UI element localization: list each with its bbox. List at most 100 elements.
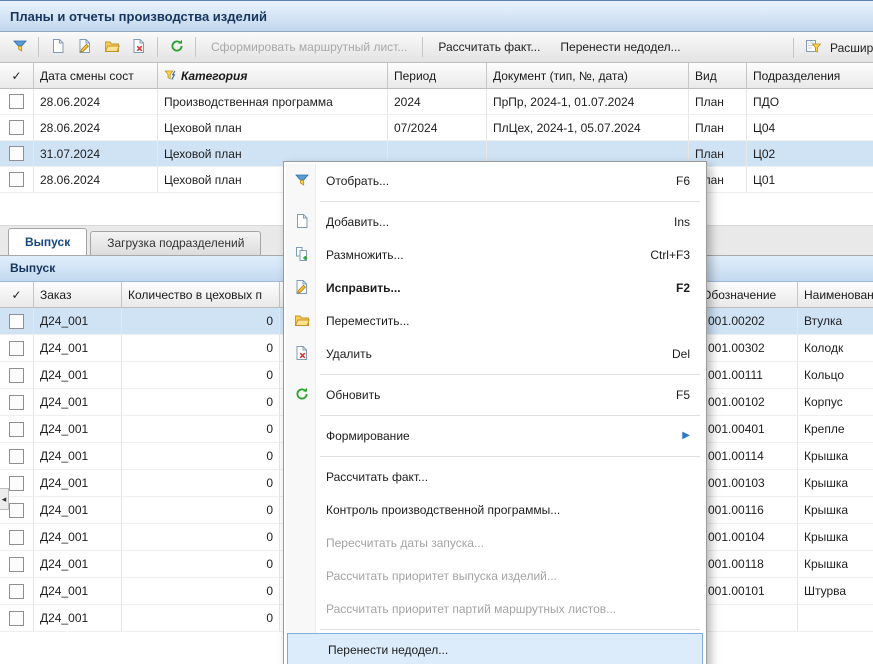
row-checkbox[interactable] (9, 449, 24, 464)
row-checkbox[interactable] (9, 611, 24, 626)
table-row[interactable]: 28.06.2024 Производственная программа 20… (0, 89, 873, 115)
plans-table-header: ✓ Дата смены сост Категория Период Докум… (0, 63, 873, 89)
toolbar-separator (422, 37, 423, 57)
row-checkbox[interactable] (9, 395, 24, 410)
splitter-collapse-arrow-icon[interactable]: ◂ (0, 488, 9, 510)
row-checkbox[interactable] (9, 503, 24, 518)
toolbar-filter-button[interactable] (6, 35, 33, 60)
menu-item-label: Переместить... (326, 314, 410, 328)
toolbar-extended-filter-button[interactable] (799, 35, 826, 60)
column-header-quantity[interactable]: Количество в цеховых п (122, 282, 280, 308)
toolbar-edit-button[interactable] (71, 35, 98, 60)
delete-document-icon (131, 38, 147, 57)
row-checkbox[interactable] (9, 557, 24, 572)
menu-item-edit[interactable]: Исправить... F2 (286, 271, 704, 304)
toolbar-separator (793, 38, 794, 58)
menu-item-shortcut: F5 (652, 388, 690, 402)
delete-document-icon (294, 345, 310, 361)
menu-item-label: Удалить (326, 347, 372, 361)
row-checkbox[interactable] (9, 422, 24, 437)
row-checkbox[interactable] (9, 94, 24, 109)
menu-item-label: Формирование (326, 429, 410, 443)
refresh-icon (294, 386, 310, 402)
column-header-division[interactable]: Подразделения (747, 63, 873, 89)
toolbar-form-route-list-button: Сформировать маршрутный лист... (201, 36, 417, 58)
column-header-document[interactable]: Документ (тип, №, дата) (487, 63, 689, 89)
row-checkbox[interactable] (9, 146, 24, 161)
row-checkbox[interactable] (9, 368, 24, 383)
column-header-check[interactable]: ✓ (0, 63, 34, 89)
cell-kind: План (689, 115, 747, 141)
row-checkbox[interactable] (9, 341, 24, 356)
toolbar-delete-button[interactable] (125, 35, 152, 60)
cell-check (0, 443, 34, 470)
cell-name: Крышка (798, 551, 873, 578)
row-checkbox[interactable] (9, 530, 24, 545)
toolbar-move-button[interactable] (98, 35, 125, 60)
cell-quantity: 0 (122, 551, 280, 578)
row-checkbox[interactable] (9, 584, 24, 599)
cell-name: Крепле (798, 416, 873, 443)
check-icon: ✓ (11, 282, 21, 308)
cell-designation: 001.00302 (700, 335, 798, 362)
cell-order: Д24_001 (34, 524, 122, 551)
toolbar-calc-fact-button[interactable]: Рассчитать факт... (428, 36, 550, 58)
cell-order: Д24_001 (34, 578, 122, 605)
cell-order: Д24_001 (34, 470, 122, 497)
column-header-check[interactable]: ✓ (0, 282, 34, 308)
menu-item-calc-fact[interactable]: Рассчитать факт... (286, 460, 704, 493)
table-row[interactable]: 28.06.2024 Цеховой план 07/2024 ПлЦех, 2… (0, 115, 873, 141)
cell-period: 2024 (388, 89, 487, 115)
menu-separator (320, 456, 700, 457)
cell-order: Д24_001 (34, 362, 122, 389)
cell-check (0, 89, 34, 115)
cell-name: Корпус (798, 389, 873, 416)
copy-document-icon (294, 246, 310, 262)
menu-item-label: Рассчитать факт... (326, 470, 428, 484)
menu-item-select-filter[interactable]: Отобрать... F6 (286, 164, 704, 197)
move-folder-icon (104, 38, 120, 57)
column-header-order[interactable]: Заказ (34, 282, 122, 308)
menu-separator (320, 415, 700, 416)
column-header-kind[interactable]: Вид (689, 63, 747, 89)
column-header-designation[interactable]: Обозначение (700, 282, 798, 308)
cell-quantity: 0 (122, 308, 280, 335)
column-header-category-label: Категория (181, 63, 247, 89)
row-checkbox[interactable] (9, 172, 24, 187)
cell-check (0, 115, 34, 141)
toolbar-separator (38, 37, 39, 57)
menu-item-formation[interactable]: Формирование ▶ (286, 419, 704, 452)
cell-period: 07/2024 (388, 115, 487, 141)
row-checkbox[interactable] (9, 476, 24, 491)
toolbar-transfer-shortfall-button[interactable]: Перенести недодел... (550, 36, 690, 58)
filter-icon (294, 172, 310, 188)
menu-item-priority-route-batches: Рассчитать приоритет партий маршрутных л… (286, 592, 704, 625)
menu-item-transfer-shortfall[interactable]: Перенести недодел... (287, 633, 703, 664)
tab-vypusk[interactable]: Выпуск (8, 228, 87, 255)
tab-zagruzka-podrazdeleniy[interactable]: Загрузка подразделений (90, 231, 261, 255)
menu-item-delete[interactable]: Удалить Del (286, 337, 704, 370)
cell-designation: 001.00102 (700, 389, 798, 416)
cell-designation: 001.00401 (700, 416, 798, 443)
cell-name: Втулка (798, 308, 873, 335)
menu-separator (320, 201, 700, 202)
window-titlebar: Планы и отчеты производства изделий (0, 1, 873, 32)
menu-item-shortcut: Ins (650, 215, 690, 229)
menu-item-control-program[interactable]: Контроль производственной программы... (286, 493, 704, 526)
menu-item-add[interactable]: Добавить... Ins (286, 205, 704, 238)
cell-check (0, 551, 34, 578)
toolbar-add-button[interactable] (44, 35, 71, 60)
row-checkbox[interactable] (9, 314, 24, 329)
menu-item-duplicate[interactable]: Размножить... Ctrl+F3 (286, 238, 704, 271)
row-checkbox[interactable] (9, 120, 24, 135)
toolbar-refresh-button[interactable] (163, 35, 190, 60)
toolbar-extended-button[interactable]: Расширен (826, 37, 873, 59)
column-header-name[interactable]: Наименование (798, 282, 873, 308)
column-header-date[interactable]: Дата смены сост (34, 63, 158, 89)
column-header-period[interactable]: Период (388, 63, 487, 89)
column-header-category[interactable]: Категория (158, 63, 388, 89)
menu-item-refresh[interactable]: Обновить F5 (286, 378, 704, 411)
menu-item-label: Рассчитать приоритет партий маршрутных л… (326, 602, 616, 616)
move-folder-icon (294, 312, 310, 328)
menu-item-move[interactable]: Переместить... (286, 304, 704, 337)
